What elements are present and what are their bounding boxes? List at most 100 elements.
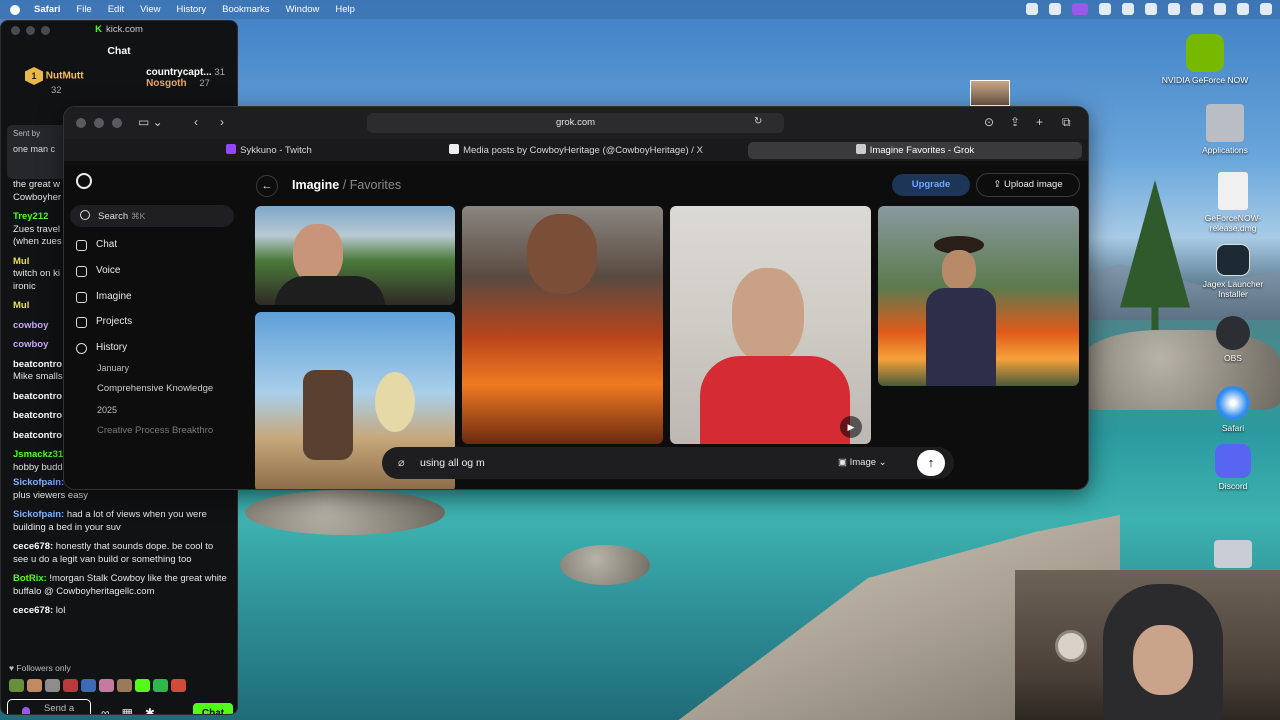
chat-username[interactable]: Sickofpain: [13, 477, 64, 488]
nav-imagine[interactable]: Imagine [76, 289, 132, 305]
downloads-icon[interactable]: ⊙ [984, 115, 994, 129]
history-item[interactable]: Creative Process Breakthro [97, 425, 227, 436]
wifi-icon[interactable] [1145, 3, 1157, 15]
status-app-icon[interactable] [1237, 3, 1249, 15]
nav-history[interactable]: History [76, 340, 127, 356]
submit-button[interactable]: ↑ [917, 450, 945, 476]
upgrade-button[interactable]: Upgrade [892, 174, 970, 196]
emote-icon[interactable] [171, 679, 186, 692]
search-icon[interactable] [1168, 3, 1180, 15]
history-item[interactable]: Comprehensive Knowledge [97, 383, 227, 394]
settings-icon[interactable]: ✱ [145, 706, 155, 714]
chat-username[interactable]: beatcontro [13, 391, 62, 402]
chat-username[interactable]: Mul [13, 300, 29, 311]
back-button[interactable]: ← [256, 175, 278, 197]
chat-username[interactable]: Mul [13, 256, 29, 267]
share-icon[interactable]: ⇪ [1010, 115, 1020, 129]
tab-overview-icon[interactable]: ⧉ [1062, 115, 1071, 130]
nav-voice[interactable]: Voice [76, 263, 120, 279]
emote-icon[interactable] [117, 679, 132, 692]
menu-history[interactable]: History [177, 4, 207, 15]
leader-name[interactable]: countrycapt... [146, 67, 212, 78]
upload-image-button[interactable]: ⇪ Upload image [976, 173, 1080, 197]
desktop-icon-geforcenow-dmg[interactable]: GeForceNOW-release.dmg [1188, 172, 1278, 233]
chat-username[interactable]: beatcontro [13, 430, 62, 441]
emote-picker-icon[interactable]: ∞ [101, 706, 110, 714]
leader-name[interactable]: Nosgoth [146, 78, 187, 89]
emote-icon[interactable] [45, 679, 60, 692]
nav-projects[interactable]: Projects [76, 314, 132, 330]
emote-icon[interactable] [63, 679, 78, 692]
forward-icon[interactable]: › [220, 115, 224, 129]
desktop-icon-jagex[interactable]: Jagex Launcher Installer [1188, 244, 1278, 299]
status-app-icon[interactable] [1214, 3, 1226, 15]
chat-username[interactable]: Sickofpain: [13, 509, 64, 520]
store-icon[interactable]: ▦ [122, 706, 133, 714]
menu-file[interactable]: File [76, 4, 91, 15]
zoom-button[interactable] [112, 118, 122, 128]
menu-window[interactable]: Window [286, 4, 320, 15]
favorite-image[interactable] [462, 206, 663, 444]
emote-icon[interactable] [99, 679, 114, 692]
desktop-icon-discord[interactable]: Discord [1188, 444, 1278, 491]
tab-grok[interactable]: Imagine Favorites - Grok [748, 142, 1082, 159]
favorite-image[interactable]: ▶ [670, 206, 871, 444]
emote-icon[interactable] [135, 679, 150, 692]
emote-icon[interactable] [153, 679, 168, 692]
chat-username[interactable]: beatcontro [13, 410, 62, 421]
microphone-icon[interactable] [22, 707, 30, 714]
desktop-icon-folder[interactable] [1188, 540, 1278, 571]
prompt-text[interactable]: using all og m [420, 457, 485, 469]
desktop-icon-obs[interactable]: OBS [1188, 316, 1278, 363]
status-app-icon[interactable] [1026, 3, 1038, 15]
menu-edit[interactable]: Edit [108, 4, 124, 15]
play-video-icon[interactable]: ▶ [840, 416, 862, 438]
desktop-icon-applications[interactable]: Applications [1180, 104, 1270, 155]
menu-safari[interactable]: Safari [34, 4, 60, 15]
status-app-icon[interactable] [1260, 3, 1272, 15]
search-input[interactable]: Search ⌘K [70, 205, 234, 227]
breadcrumb-imagine[interactable]: Imagine [292, 178, 339, 192]
menu-bookmarks[interactable]: Bookmarks [222, 4, 270, 15]
chat-username[interactable]: cece678: [13, 605, 53, 616]
tab-x[interactable]: Media posts by CowboyHeritage (@CowboyHe… [406, 142, 746, 159]
control-center-icon[interactable] [1099, 3, 1111, 15]
status-app-icon[interactable] [1122, 3, 1134, 15]
status-app-icon[interactable] [1049, 3, 1061, 15]
desktop-icon-geforce-now[interactable]: NVIDIA GeForce NOW [1160, 34, 1250, 85]
pinned-message[interactable]: Sent by one man c [7, 125, 71, 179]
emote-icon[interactable] [9, 679, 24, 692]
chat-username[interactable]: beatcontro [13, 359, 62, 370]
chat-send-button[interactable]: Chat [193, 703, 233, 714]
close-button[interactable] [76, 118, 86, 128]
chat-username[interactable]: BotRix: [13, 573, 47, 584]
emote-icon[interactable] [81, 679, 96, 692]
emote-icon[interactable] [27, 679, 42, 692]
attach-icon[interactable]: ⌀ [398, 456, 405, 469]
chat-message-input[interactable]: Send a message [7, 699, 91, 714]
reload-icon[interactable]: ↻ [754, 116, 762, 127]
menu-view[interactable]: View [140, 4, 160, 15]
mode-select[interactable]: ▣ Image ⌄ [838, 457, 887, 468]
favorite-image[interactable] [878, 206, 1079, 386]
apple-icon[interactable] [10, 4, 20, 15]
minimize-button[interactable] [94, 118, 104, 128]
desktop-thumbnail[interactable] [970, 80, 1010, 106]
address-bar[interactable]: grok.com [367, 113, 784, 133]
desktop-icon-safari[interactable]: Safari [1188, 386, 1278, 433]
chat-username[interactable]: cowboy [13, 339, 48, 350]
status-app-icon[interactable] [1072, 3, 1088, 15]
menu-help[interactable]: Help [335, 4, 355, 15]
nav-chat[interactable]: Chat [76, 237, 117, 253]
favorite-image[interactable] [255, 206, 455, 305]
chat-username[interactable]: Trey212 [13, 211, 48, 222]
tab-twitch[interactable]: Sykkuno - Twitch [134, 142, 404, 159]
leader-name[interactable]: NutMutt [46, 71, 84, 82]
chat-username[interactable]: Jsmackz31 [13, 449, 63, 460]
grok-logo-icon[interactable] [76, 173, 92, 189]
back-icon[interactable]: ‹ [194, 115, 198, 129]
new-tab-icon[interactable]: + [1036, 115, 1043, 129]
sidebar-toggle-icon[interactable]: ▭ ⌄ [138, 115, 163, 129]
chat-username[interactable]: cece678: [13, 541, 53, 552]
chat-username[interactable]: cowboy [13, 320, 48, 331]
